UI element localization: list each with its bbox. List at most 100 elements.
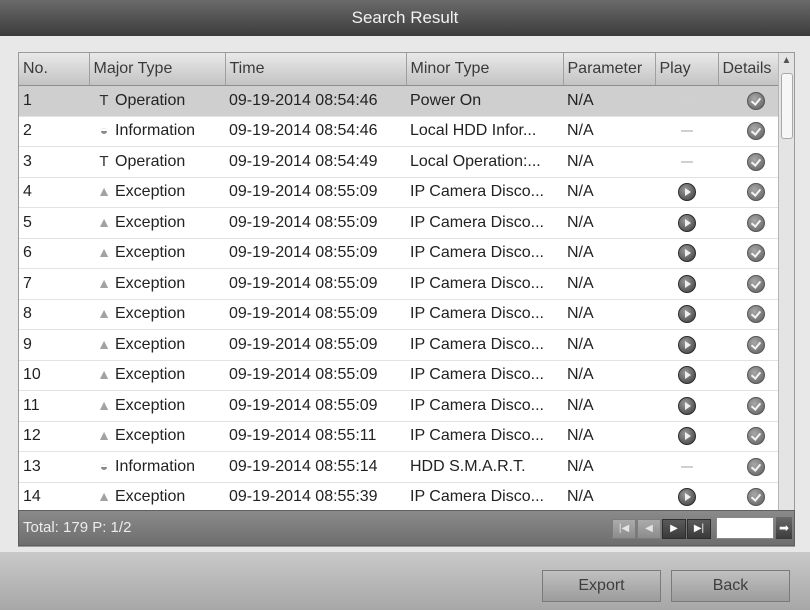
cell-play[interactable] [655,238,718,269]
play-icon[interactable] [677,183,696,202]
cell-major-type: ▲ Exception [89,390,225,422]
cell-play[interactable] [655,299,718,330]
cell-major-type: ▲ Exception [89,207,225,239]
column-header-no[interactable]: No. [19,53,90,86]
cell-time: 09-19-2014 08:55:09 [225,207,406,239]
go-page-button[interactable]: ➡ [776,517,792,539]
exception-icon: ▲ [97,335,111,352]
prev-page-button[interactable]: ◀ [637,519,661,539]
cell-play[interactable] [655,482,718,513]
cell-major-type-label: Operation [115,152,186,170]
next-page-button[interactable]: ▶ [662,519,686,539]
cell-parameter: N/A [563,421,655,452]
details-icon[interactable] [747,91,765,110]
play-icon[interactable] [677,427,696,446]
table-header: No. Major Type Time Minor Type Parameter… [19,53,794,86]
play-icon[interactable] [677,213,696,232]
table-row[interactable]: 7 ▲ Exception 09-19-2014 08:55:09 IP Camera … [19,268,794,300]
back-button[interactable]: Back [671,570,790,602]
cell-major-type-label: Information [115,457,196,475]
column-header-play[interactable]: Play [655,53,719,86]
table-row[interactable]: 9 ▲ Exception 09-19-2014 08:55:09 IP Camera … [19,329,794,361]
play-icon[interactable] [677,244,696,263]
cell-parameter: N/A [563,329,655,361]
cell-play[interactable] [655,421,718,452]
next-page-icon: ▶ [670,523,678,534]
cell-major-type: ▲ Exception [89,421,225,452]
vertical-scrollbar[interactable]: ▲ ▼ [778,53,794,546]
details-icon[interactable] [747,213,765,232]
cell-time: 09-19-2014 08:55:09 [225,268,406,300]
prev-page-icon: ◀ [645,523,653,534]
play-icon[interactable] [677,396,696,415]
play-icon[interactable] [677,335,696,354]
table-row[interactable]: 3 T Operation 09-19-2014 08:54:49 Local Oper… [19,146,794,178]
cell-major-type: ▲ Exception [89,329,225,361]
details-icon[interactable] [747,457,765,476]
details-icon[interactable] [747,183,765,202]
column-header-minor-type[interactable]: Minor Type [406,53,564,86]
table-row[interactable]: 10 ▲ Exception 09-19-2014 08:55:09 IP Camera… [19,360,794,391]
cell-play[interactable] [655,268,718,300]
scroll-up-icon[interactable]: ▲ [779,53,794,68]
cell-play[interactable] [655,360,718,391]
details-icon[interactable] [747,335,765,354]
table-row[interactable]: 5 ▲ Exception 09-19-2014 08:55:09 IP Camera … [19,207,794,239]
exception-icon: ▲ [97,183,111,200]
details-icon[interactable] [747,396,765,415]
details-icon[interactable] [747,244,765,263]
table-row[interactable]: 6 ▲ Exception 09-19-2014 08:55:09 IP Camera … [19,238,794,269]
cell-major-type: ▲ Exception [89,299,225,330]
play-icon[interactable] [677,305,696,324]
bottom-action-bar: Export Back [0,552,810,610]
cell-parameter: N/A [563,268,655,300]
table-row[interactable]: 13 ◒ Information 09-19-2014 08:55:14 HDD S.M… [19,451,794,483]
cell-parameter: N/A [563,85,655,117]
play-icon[interactable] [677,366,696,385]
table-row[interactable]: 8 ▲ Exception 09-19-2014 08:55:09 IP Camera … [19,299,794,330]
table-row[interactable]: 4 ▲ Exception 09-19-2014 08:55:09 IP Camera … [19,177,794,208]
column-header-parameter[interactable]: Parameter [563,53,656,86]
details-icon[interactable] [747,152,765,171]
cell-play [655,146,718,178]
cell-major-type-label: Exception [115,244,186,262]
total-count-label: Total: 179 P: 1/2 [23,519,132,536]
column-header-major-type[interactable]: Major Type [89,53,226,86]
cell-major-type-label: Exception [115,488,186,506]
cell-time: 09-19-2014 08:54:46 [225,85,406,117]
cell-play[interactable] [655,207,718,239]
cell-parameter: N/A [563,116,655,147]
scrollbar-thumb[interactable] [781,73,793,139]
cell-major-type-label: Exception [115,335,186,353]
last-page-icon: ▶| [693,523,705,534]
cell-no: 14 [19,482,89,513]
export-button[interactable]: Export [542,570,661,602]
first-page-button[interactable]: |◀ [612,519,636,539]
cell-major-type-label: Exception [115,305,186,323]
column-header-time[interactable]: Time [225,53,407,86]
page-number-input[interactable] [716,517,774,539]
play-unavailable-icon [680,130,693,133]
cell-minor-type: IP Camera Disco... [406,207,563,239]
details-icon[interactable] [747,488,765,507]
details-icon[interactable] [747,305,765,324]
table-row[interactable]: 14 ▲ Exception 09-19-2014 08:55:39 IP Camera… [19,482,794,513]
cell-no: 2 [19,116,89,147]
play-icon[interactable] [677,488,696,507]
cell-major-type: ◒ Information [89,451,225,483]
cell-parameter: N/A [563,146,655,178]
play-icon[interactable] [677,274,696,293]
details-icon[interactable] [747,122,765,141]
cell-play[interactable] [655,177,718,208]
details-icon[interactable] [747,366,765,385]
last-page-button[interactable]: ▶| [687,519,711,539]
cell-play[interactable] [655,390,718,422]
table-row[interactable]: 1 T Operation 09-19-2014 08:54:46 Power On N/… [19,85,794,117]
cell-play[interactable] [655,329,718,361]
table-row[interactable]: 12 ▲ Exception 09-19-2014 08:55:11 IP Camera… [19,421,794,452]
table-row[interactable]: 2 ◒ Information 09-19-2014 08:54:46 Local HD… [19,116,794,147]
table-row[interactable]: 11 ▲ Exception 09-19-2014 08:55:09 IP Camera… [19,390,794,422]
cell-time: 09-19-2014 08:54:49 [225,146,406,178]
details-icon[interactable] [747,274,765,293]
details-icon[interactable] [747,427,765,446]
